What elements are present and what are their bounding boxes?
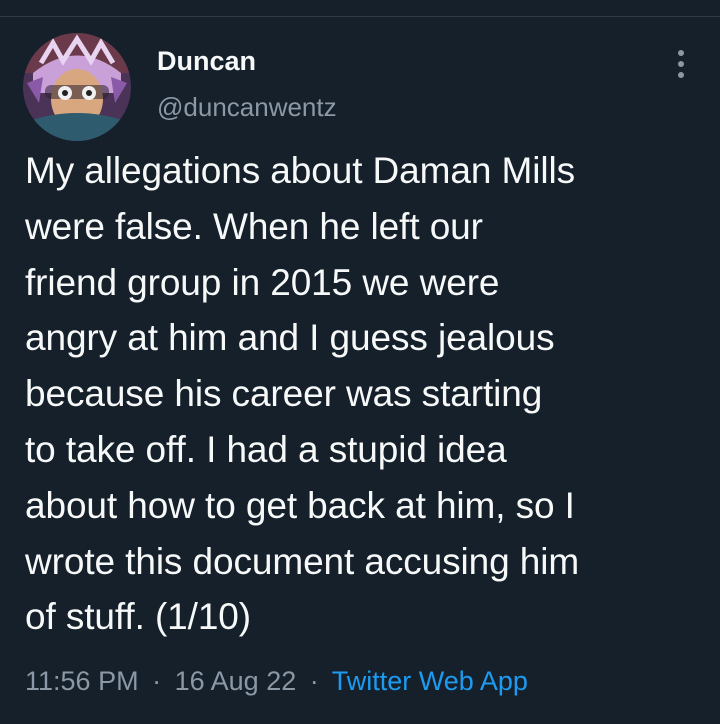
avatar[interactable] [23,33,131,141]
tweet-text-line: My allegations about Daman Mills [25,150,575,191]
tweet-time[interactable]: 11:56 PM [25,666,139,696]
tweet-text: My allegations about Daman Mills were fa… [25,143,715,645]
tweet-text-line: angry at him and I guess jealous [25,317,555,359]
tweet-source-link[interactable]: Twitter Web App [332,666,528,696]
tweet-date[interactable]: 16 Aug 22 [175,666,297,696]
tweet-text-line: to take off. I had a stupid idea [25,428,507,470]
meta-separator: · [152,666,162,696]
tweet-metadata: 11:56 PM · 16 Aug 22 · Twitter Web App [25,663,528,699]
avatar-portrait-icon [23,33,131,141]
tweet-text-line: were false. When he left our [25,205,483,247]
tweet-text-line: friend group in 2015 we were [25,261,500,303]
vertical-ellipsis-icon [678,61,684,67]
tweet-text-line: of stuff. (1/10) [25,596,252,638]
more-options-button[interactable] [664,42,698,86]
tweet-text-line: because his career was starting [25,373,543,415]
tweet-text-line: about how to get back at him, so I [25,484,575,526]
author-handle[interactable]: @duncanwentz [157,90,337,124]
tweet-text-line: wrote this document accusing him [25,540,580,582]
tweet-card: Duncan @duncanwentz My allegations about… [0,0,720,724]
vertical-ellipsis-icon [678,50,684,56]
meta-separator: · [309,666,319,696]
vertical-ellipsis-icon [678,72,684,78]
author-display-name[interactable]: Duncan [157,44,256,78]
